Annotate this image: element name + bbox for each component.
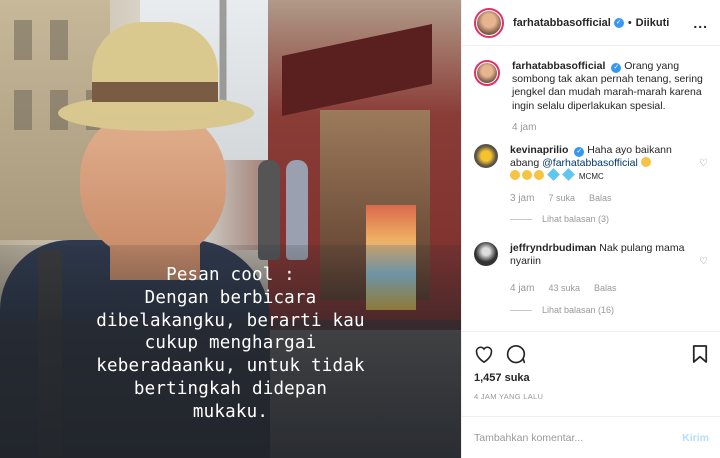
avatar[interactable] [474, 7, 504, 38]
view-replies-button[interactable]: Lihat balasan (16) [510, 304, 694, 317]
post-header: farhatabbasofficial ✓ • Diikuti ... [462, 0, 720, 46]
add-comment-bar: Kirim [462, 416, 720, 458]
verified-badge-icon: ✓ [613, 17, 624, 28]
comments-list[interactable]: farhatabbasofficial ✓ Orang yang sombong… [462, 46, 720, 331]
post-caption: farhatabbasofficial ✓ Orang yang sombong… [474, 60, 708, 134]
bookmark-icon[interactable] [692, 344, 708, 364]
reply-button[interactable]: Balas [589, 192, 612, 205]
hat-band [92, 82, 218, 102]
man-face [80, 110, 226, 260]
like-count[interactable]: 1,457 suka [474, 372, 708, 384]
post-actions: 1,457 suka 4 JAM YANG LALU [462, 331, 720, 401]
verified-badge-icon: ✓ [611, 63, 622, 73]
comment-username[interactable]: jeffryndrbudiman [510, 242, 596, 254]
comment-time: 3 jam [510, 192, 535, 204]
avatar[interactable] [474, 60, 500, 86]
emoji-icon [534, 170, 544, 181]
reply-button[interactable]: Balas [594, 282, 617, 295]
post-side-panel: farhatabbasofficial ✓ • Diikuti ... farh… [461, 0, 720, 458]
like-heart-icon[interactable] [474, 345, 494, 363]
emoji-icon [522, 170, 532, 181]
avatar[interactable] [474, 144, 498, 169]
comment-bubble-icon[interactable] [506, 344, 526, 364]
comment-input[interactable] [474, 431, 683, 444]
follow-status-button[interactable]: Diikuti [636, 17, 670, 29]
comment-like-heart-icon[interactable]: ♡ [694, 256, 708, 317]
emoji-icon [510, 170, 520, 181]
diamond-emoji-icon [547, 168, 560, 182]
more-options-icon[interactable]: ... [693, 15, 708, 31]
post-photo[interactable]: Pesan cool : Dengan berbicara dibelakang… [0, 0, 461, 458]
photo-caption-text: Pesan cool : Dengan berbicara dibelakang… [96, 265, 365, 422]
comment-item: kevinaprilio ✓ Haha ayo baikann abang @f… [474, 144, 708, 226]
verified-badge-icon: ✓ [574, 147, 585, 158]
comment-likes[interactable]: 43 suka [548, 282, 580, 295]
caption-time: 4 jam [512, 121, 537, 133]
comment-text-suffix: MCMC [578, 172, 604, 182]
separator-dot: • [627, 16, 632, 29]
emoji-icon [640, 157, 651, 168]
avatar[interactable] [474, 242, 498, 267]
header-username[interactable]: farhatabbasofficial [513, 17, 611, 29]
comment-time: 4 jam [510, 283, 535, 295]
post-comment-button[interactable]: Kirim [682, 432, 709, 444]
comment-item: jeffryndrbudiman Nak pulang mama nyariin… [474, 242, 708, 317]
view-replies-button[interactable]: Lihat balasan (3) [510, 213, 694, 226]
comment-like-heart-icon[interactable]: ♡ [694, 158, 708, 226]
mention-link[interactable]: @farhatabbasofficial [542, 157, 638, 169]
comment-likes[interactable]: 7 suka [548, 192, 575, 205]
caption-username[interactable]: farhatabbasofficial [512, 60, 605, 72]
diamond-emoji-icon [562, 168, 575, 182]
post-timestamp: 4 JAM YANG LALU [474, 392, 544, 401]
comment-username[interactable]: kevinaprilio [510, 144, 568, 156]
